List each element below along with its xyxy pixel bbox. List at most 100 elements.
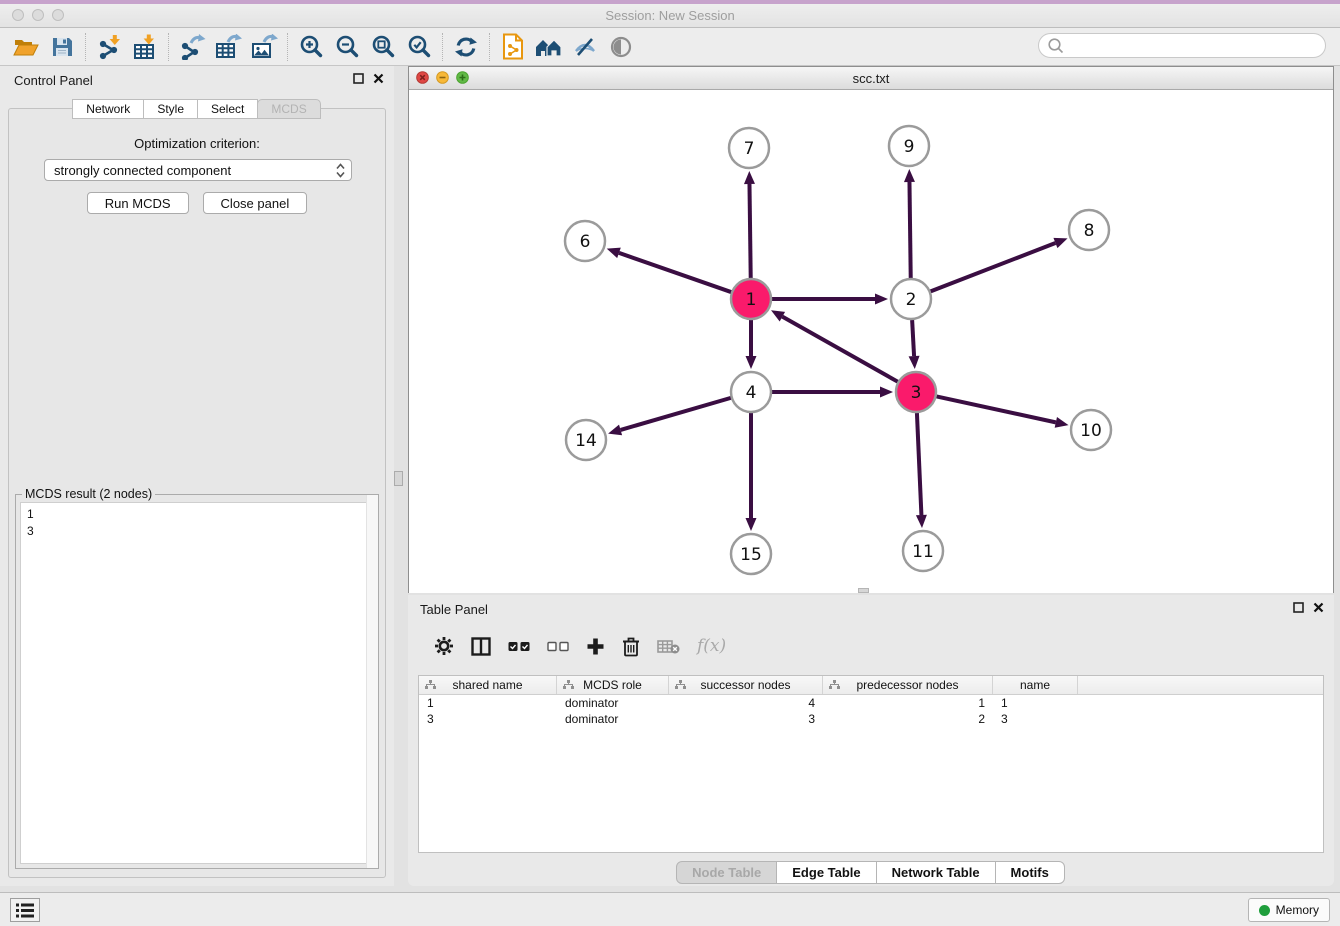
- import-network-icon[interactable]: [91, 31, 127, 63]
- float-panel-icon[interactable]: [353, 73, 364, 84]
- table-cell[interactable]: 1: [419, 696, 557, 710]
- edge-2-3[interactable]: [909, 320, 920, 369]
- column-tree-icon: [425, 680, 436, 690]
- criterion-select-value: strongly connected component: [54, 163, 231, 178]
- reset-view-icon[interactable]: [531, 31, 567, 63]
- import-table-icon[interactable]: [127, 31, 163, 63]
- toggle-contrast-icon[interactable]: [603, 31, 639, 63]
- horizontal-splitter-grip[interactable]: [858, 588, 869, 593]
- table-cell[interactable]: 3: [419, 712, 557, 726]
- delete-column-icon[interactable]: [622, 636, 640, 657]
- edge-2-9[interactable]: [904, 169, 915, 278]
- column-label: successor nodes: [700, 678, 790, 692]
- svg-text:11: 11: [912, 542, 934, 562]
- tab-mcds[interactable]: MCDS: [257, 99, 320, 119]
- column-header-predecessor-nodes[interactable]: predecessor nodes: [823, 676, 993, 694]
- tab-network[interactable]: Network: [72, 99, 144, 119]
- export-network-icon[interactable]: [174, 31, 210, 63]
- node-11[interactable]: 11: [903, 531, 943, 571]
- table-tabs: Node TableEdge TableNetwork TableMotifs: [408, 861, 1334, 884]
- node-7[interactable]: 7: [729, 128, 769, 168]
- edge-1-7[interactable]: [744, 171, 755, 278]
- mcds-result-text[interactable]: 13: [20, 502, 374, 864]
- node-9[interactable]: 9: [889, 126, 929, 166]
- tab-edge-table[interactable]: Edge Table: [776, 861, 876, 884]
- tab-network-table[interactable]: Network Table: [876, 861, 996, 884]
- table-cell[interactable]: dominator: [557, 712, 669, 726]
- select-all-icon[interactable]: [508, 641, 530, 652]
- unselect-all-icon[interactable]: [547, 641, 569, 652]
- browse-columns-icon[interactable]: [471, 637, 491, 656]
- run-mcds-button[interactable]: Run MCDS: [87, 192, 189, 214]
- zoom-fit-icon[interactable]: [365, 31, 401, 63]
- table-cell[interactable]: 1: [823, 696, 993, 710]
- close-panel-button[interactable]: Close panel: [203, 192, 308, 214]
- edge-4-3[interactable]: [772, 387, 893, 398]
- new-session-icon[interactable]: [495, 31, 531, 63]
- zoom-in-icon[interactable]: [293, 31, 329, 63]
- mcds-panel: Optimization criterion: strongly connect…: [8, 108, 386, 878]
- open-session-icon[interactable]: [8, 31, 44, 63]
- column-header-name[interactable]: name: [993, 676, 1078, 694]
- task-history-button[interactable]: [10, 898, 40, 922]
- edge-3-1[interactable]: [771, 310, 898, 381]
- close-panel-icon[interactable]: [1313, 602, 1324, 613]
- edge-4-14[interactable]: [608, 398, 731, 435]
- node-1[interactable]: 1: [731, 279, 771, 319]
- table-row[interactable]: 3dominator323: [419, 711, 1323, 727]
- edge-2-8[interactable]: [931, 238, 1068, 292]
- node-15[interactable]: 15: [731, 534, 771, 574]
- edge-1-4[interactable]: [746, 320, 757, 369]
- node-3[interactable]: 3: [896, 372, 936, 412]
- export-image-icon[interactable]: [246, 31, 282, 63]
- column-header-shared-name[interactable]: shared name: [419, 676, 557, 694]
- table-cell[interactable]: 1: [993, 696, 1078, 710]
- show-graphics-details-icon[interactable]: [567, 31, 603, 63]
- export-table-icon[interactable]: [210, 31, 246, 63]
- add-column-icon[interactable]: [586, 637, 605, 656]
- column-header-successor-nodes[interactable]: successor nodes: [669, 676, 823, 694]
- column-tree-icon: [829, 680, 840, 690]
- edge-1-6[interactable]: [607, 248, 731, 292]
- column-header-mcds-role[interactable]: MCDS role: [557, 676, 669, 694]
- tab-motifs[interactable]: Motifs: [995, 861, 1065, 884]
- node-14[interactable]: 14: [566, 420, 606, 460]
- node-2[interactable]: 2: [891, 279, 931, 319]
- refresh-network-icon[interactable]: [448, 31, 484, 63]
- result-scrollbar[interactable]: [366, 495, 378, 868]
- tab-select[interactable]: Select: [197, 99, 258, 119]
- save-session-icon[interactable]: [44, 31, 80, 63]
- network-graph[interactable]: 7 9 6 8 1 2 4 3 14 10 15 11: [409, 90, 1333, 593]
- control-panel-header: Control Panel: [0, 66, 394, 96]
- table-settings-icon[interactable]: [434, 636, 454, 656]
- table-cell[interactable]: dominator: [557, 696, 669, 710]
- toolbar-separator: [168, 33, 169, 61]
- svg-text:3: 3: [911, 383, 922, 403]
- table-cell[interactable]: 3: [993, 712, 1078, 726]
- node-4[interactable]: 4: [731, 372, 771, 412]
- edge-4-15[interactable]: [746, 413, 757, 531]
- vertical-splitter-grip[interactable]: [394, 471, 403, 486]
- tab-node-table[interactable]: Node Table: [676, 861, 777, 884]
- tab-style[interactable]: Style: [143, 99, 198, 119]
- table-row[interactable]: 1dominator411: [419, 695, 1323, 711]
- table-cell[interactable]: 4: [669, 696, 823, 710]
- node-8[interactable]: 8: [1069, 210, 1109, 250]
- edge-1-2[interactable]: [772, 294, 888, 305]
- network-window-titlebar[interactable]: scc.txt: [409, 67, 1333, 90]
- search-field[interactable]: [1038, 33, 1326, 58]
- criterion-select[interactable]: strongly connected component: [44, 159, 352, 181]
- node-10[interactable]: 10: [1071, 410, 1111, 450]
- table-cell[interactable]: 3: [669, 712, 823, 726]
- edge-3-11[interactable]: [916, 413, 927, 528]
- table-cell[interactable]: 2: [823, 712, 993, 726]
- search-input[interactable]: [1068, 38, 1317, 54]
- node-6[interactable]: 6: [565, 221, 605, 261]
- zoom-selected-icon[interactable]: [401, 31, 437, 63]
- edge-3-10[interactable]: [937, 396, 1069, 427]
- float-panel-icon[interactable]: [1293, 602, 1304, 613]
- memory-button[interactable]: Memory: [1248, 898, 1330, 922]
- close-panel-icon[interactable]: [373, 73, 384, 84]
- toolbar-separator: [442, 33, 443, 61]
- zoom-out-icon[interactable]: [329, 31, 365, 63]
